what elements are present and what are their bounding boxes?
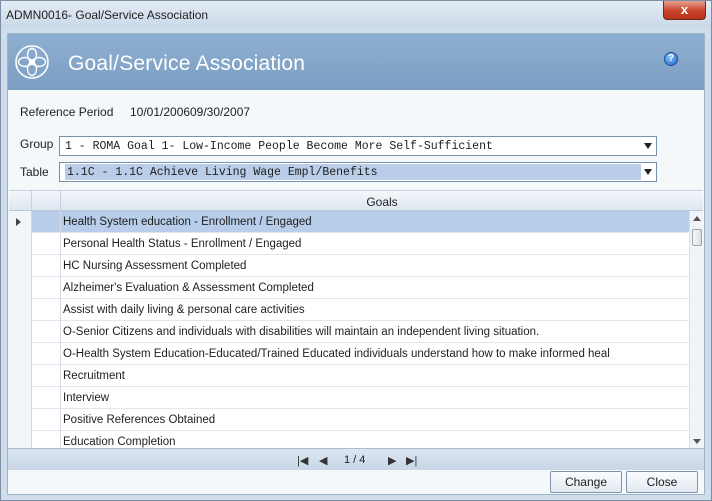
grid-corner[interactable]: [9, 191, 32, 211]
logo-icon: [15, 45, 49, 79]
window-title: ADMN0016- Goal/Service Association: [6, 8, 209, 22]
grid-rows: Health System education - Enrollment / E…: [9, 211, 689, 453]
close-button[interactable]: Close: [626, 471, 698, 493]
row-blank-cell[interactable]: [32, 365, 61, 387]
prev-page-icon[interactable]: ◀: [319, 454, 327, 467]
reference-end-date: 09/30/2007: [190, 105, 251, 119]
group-label: Group: [20, 137, 54, 151]
group-select[interactable]: 1 - ROMA Goal 1- Low-Income People Becom…: [59, 136, 657, 156]
table-row[interactable]: HC Nursing Assessment Completed: [9, 255, 689, 277]
table-row[interactable]: Recruitment: [9, 365, 689, 387]
row-blank-cell[interactable]: [32, 211, 61, 233]
table-row[interactable]: Assist with daily living & personal care…: [9, 299, 689, 321]
row-indicator[interactable]: [9, 277, 32, 299]
row-blank-cell[interactable]: [32, 321, 61, 343]
row-indicator[interactable]: [9, 255, 32, 277]
row-blank-cell[interactable]: [32, 409, 61, 431]
last-page-icon[interactable]: ▶|: [406, 454, 417, 467]
goal-cell: Recruitment: [63, 370, 125, 382]
goals-grid: Goals Health System education - Enrollme…: [9, 190, 703, 453]
row-indicator[interactable]: [9, 365, 32, 387]
goal-cell: Personal Health Status - Enrollment / En…: [63, 238, 302, 250]
scroll-thumb[interactable]: [692, 229, 702, 246]
page-title: Goal/Service Association: [68, 52, 306, 75]
goal-cell: Assist with daily living & personal care…: [63, 304, 305, 316]
current-row-icon: [16, 218, 21, 226]
first-page-icon[interactable]: |◀: [297, 454, 308, 467]
group-select-value: 1 - ROMA Goal 1- Low-Income People Becom…: [65, 140, 493, 153]
row-blank-cell[interactable]: [32, 233, 61, 255]
row-indicator[interactable]: [9, 387, 32, 409]
chevron-down-icon[interactable]: [644, 143, 652, 149]
goal-cell: Interview: [63, 392, 110, 404]
goal-cell: O-Health System Education-Educated/Train…: [63, 348, 610, 360]
page-indicator: 1 / 4: [344, 454, 366, 466]
table-row[interactable]: Alzheimer's Evaluation & Assessment Comp…: [9, 277, 689, 299]
row-blank-cell[interactable]: [32, 299, 61, 321]
grid-header-blank[interactable]: [32, 191, 61, 211]
grid-header: Goals: [9, 191, 703, 211]
goal-cell: HC Nursing Assessment Completed: [63, 260, 247, 272]
table-row[interactable]: Health System education - Enrollment / E…: [9, 211, 689, 233]
table-row[interactable]: Personal Health Status - Enrollment / En…: [9, 233, 689, 255]
goal-cell: Alzheimer's Evaluation & Assessment Comp…: [63, 282, 314, 294]
close-window-button[interactable]: x: [663, 1, 706, 20]
row-blank-cell[interactable]: [32, 277, 61, 299]
table-row[interactable]: O-Senior Citizens and individuals with d…: [9, 321, 689, 343]
goal-cell: O-Senior Citizens and individuals with d…: [63, 326, 540, 338]
table-select-value: 1.1C - 1.1C Achieve Living Wage Empl/Ben…: [65, 164, 641, 180]
vertical-scrollbar[interactable]: [689, 211, 703, 449]
table-row[interactable]: O-Health System Education-Educated/Train…: [9, 343, 689, 365]
change-button[interactable]: Change: [550, 471, 622, 493]
table-select[interactable]: 1.1C - 1.1C Achieve Living Wage Empl/Ben…: [59, 162, 657, 182]
row-indicator[interactable]: [9, 321, 32, 343]
row-indicator[interactable]: [9, 299, 32, 321]
table-label: Table: [20, 165, 49, 179]
page-header: Goal/Service Association ?: [8, 34, 704, 90]
row-blank-cell[interactable]: [32, 343, 61, 365]
title-bar[interactable]: ADMN0016- Goal/Service Association x: [1, 1, 711, 28]
reference-period-label: Reference Period: [20, 105, 114, 119]
row-blank-cell[interactable]: [32, 387, 61, 409]
next-page-icon[interactable]: ▶: [388, 454, 396, 467]
row-indicator[interactable]: [9, 409, 32, 431]
reference-start-date: 10/01/2006: [130, 105, 191, 119]
row-indicator[interactable]: [9, 343, 32, 365]
pager: |◀ ◀ 1 / 4 ▶ ▶|: [8, 448, 704, 470]
goals-column-header[interactable]: Goals: [61, 195, 703, 209]
scroll-up-icon[interactable]: [693, 216, 701, 221]
dialog-content: Goal/Service Association ? Reference Per…: [7, 33, 705, 495]
dialog-window: ADMN0016- Goal/Service Association x Goa…: [0, 0, 712, 501]
row-blank-cell[interactable]: [32, 255, 61, 277]
goal-cell: Education Completion: [63, 436, 176, 448]
row-indicator[interactable]: [9, 211, 32, 233]
goal-cell: Positive References Obtained: [63, 414, 216, 426]
row-indicator[interactable]: [9, 233, 32, 255]
goal-cell: Health System education - Enrollment / E…: [63, 216, 312, 228]
table-row[interactable]: Positive References Obtained: [9, 409, 689, 431]
table-row[interactable]: Interview: [9, 387, 689, 409]
help-icon[interactable]: ?: [664, 52, 678, 66]
form-area: Reference Period 10/01/2006 09/30/2007 G…: [8, 90, 704, 494]
scroll-down-icon[interactable]: [693, 439, 701, 444]
chevron-down-icon[interactable]: [644, 169, 652, 175]
